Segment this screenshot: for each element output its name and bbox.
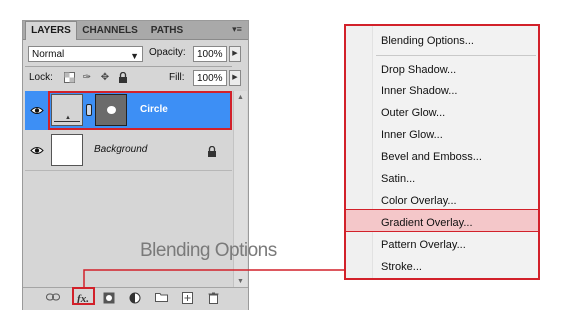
menu-separator — [376, 55, 536, 56]
menu-item-blending-options[interactable]: Blending Options... — [381, 34, 474, 48]
menu-item-color-overlay[interactable]: Color Overlay... — [381, 194, 457, 208]
menu-item-drop-shadow[interactable]: Drop Shadow... — [381, 63, 456, 77]
menu-item-satin[interactable]: Satin... — [381, 172, 415, 186]
menu-item-outer-glow[interactable]: Outer Glow... — [381, 106, 445, 120]
menu-item-stroke[interactable]: Stroke... — [381, 260, 422, 274]
menu-item-gradient-overlay[interactable]: Gradient Overlay... — [381, 216, 473, 230]
menu-item-bevel-emboss[interactable]: Bevel and Emboss... — [381, 150, 482, 164]
menu-item-pattern-overlay[interactable]: Pattern Overlay... — [381, 238, 466, 252]
menu-item-inner-glow[interactable]: Inner Glow... — [381, 128, 443, 142]
menu-item-inner-shadow[interactable]: Inner Shadow... — [381, 84, 457, 98]
blending-options-menu: Blending Options... Drop Shadow... Inner… — [344, 24, 540, 280]
menu-gutter — [346, 26, 373, 278]
